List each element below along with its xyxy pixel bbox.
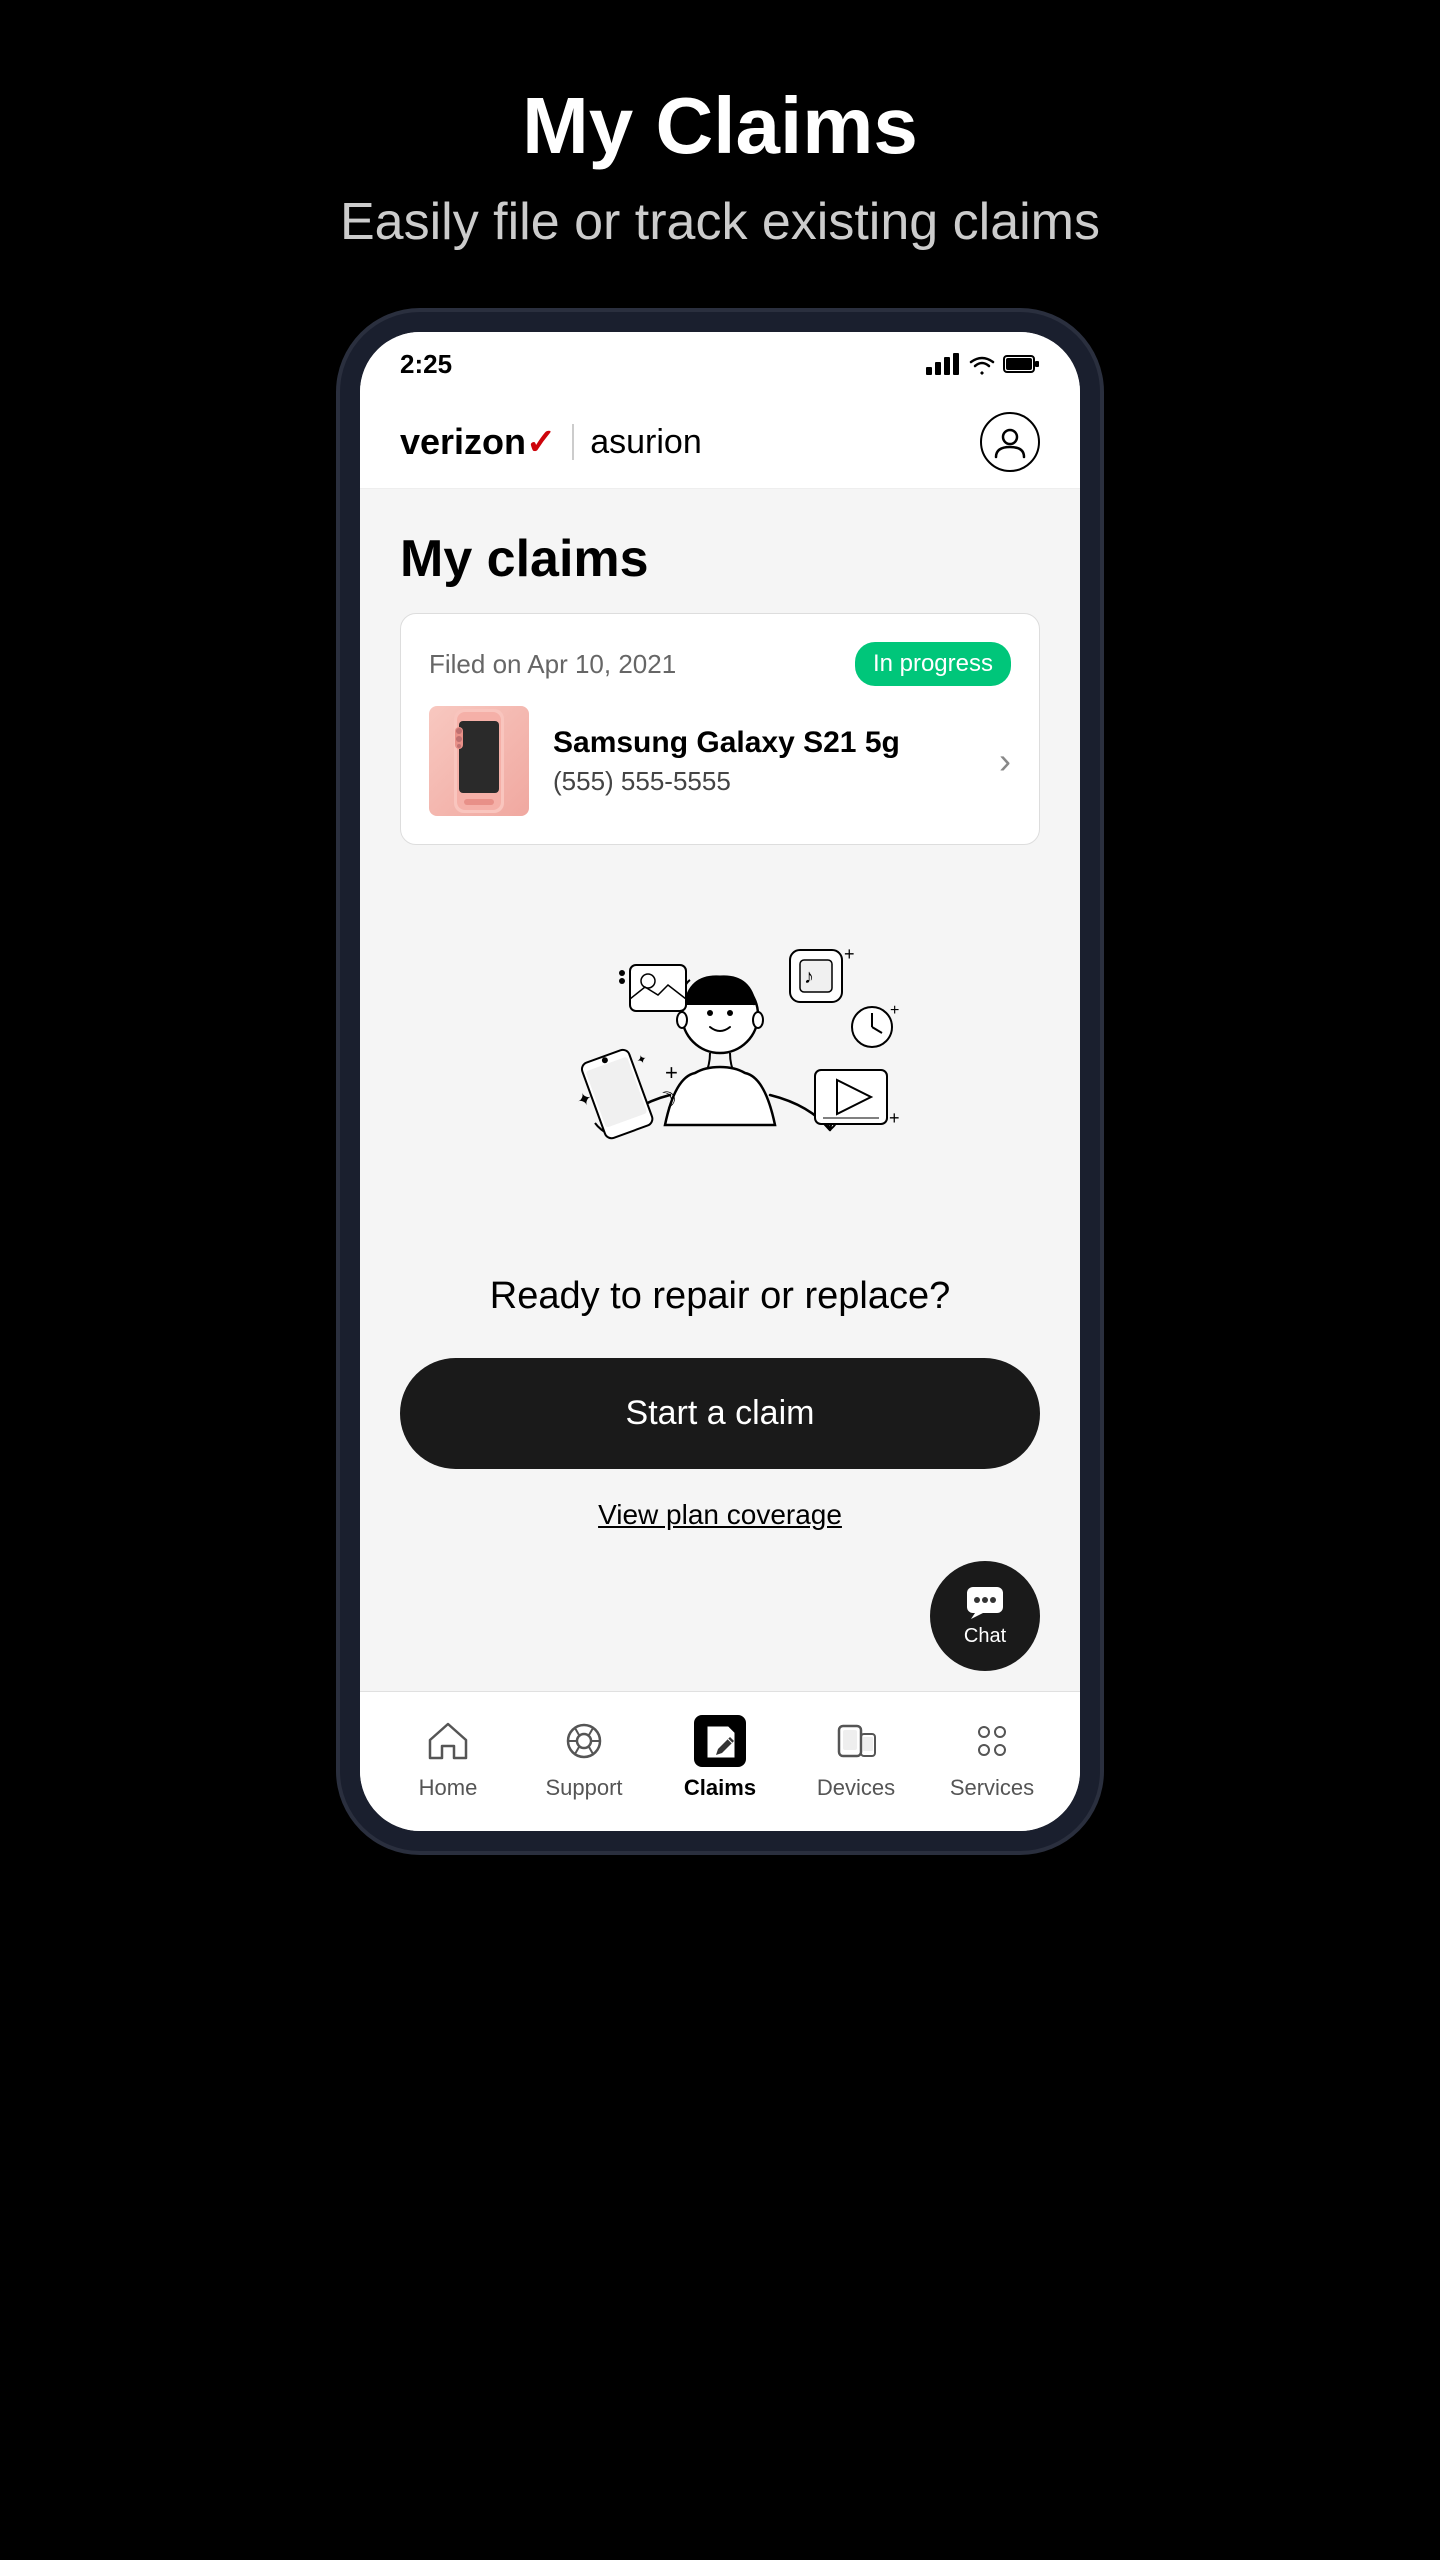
devices-icon [830, 1715, 882, 1767]
claim-device-row: Samsung Galaxy S21 5g (555) 555-5555 › [429, 706, 1011, 816]
nav-item-services[interactable]: Services [924, 1715, 1060, 1801]
nav-item-devices[interactable]: Devices [788, 1715, 924, 1801]
claims-icon [694, 1715, 746, 1767]
bottom-nav: Home Support [360, 1691, 1080, 1831]
logo-container: verizon✓ asurion [400, 421, 702, 463]
status-icons [926, 353, 1040, 375]
services-nav-label: Services [950, 1775, 1034, 1801]
support-nav-label: Support [545, 1775, 622, 1801]
app-header: verizon✓ asurion [360, 388, 1080, 489]
svg-text:+: + [889, 1108, 900, 1128]
home-nav-label: Home [419, 1775, 478, 1801]
support-icon [558, 1715, 610, 1767]
nav-item-support[interactable]: Support [516, 1715, 652, 1801]
view-coverage-link[interactable]: View plan coverage [360, 1499, 1080, 1561]
claim-card-header: Filed on Apr 10, 2021 In progress [429, 642, 1011, 686]
device-image [429, 706, 529, 816]
svg-text:♪: ♪ [804, 966, 814, 988]
page-subtitle: Easily file or track existing claims [340, 192, 1100, 252]
svg-text:+: + [665, 1060, 678, 1085]
filed-date: Filed on Apr 10, 2021 [429, 649, 676, 680]
logo-divider [572, 424, 574, 460]
signal-icon [926, 353, 960, 375]
claims-page-heading: My claims [360, 489, 1080, 613]
device-info: Samsung Galaxy S21 5g (555) 555-5555 [553, 726, 975, 797]
home-icon [422, 1715, 474, 1767]
chat-fab[interactable]: Chat [930, 1561, 1040, 1671]
nav-item-claims[interactable]: Claims [652, 1715, 788, 1801]
ready-text: Ready to repair or replace? [360, 1275, 1080, 1358]
svg-text:+: + [890, 1002, 899, 1019]
claim-card[interactable]: Filed on Apr 10, 2021 In progress [400, 613, 1040, 845]
phone-frame: 2:25 [340, 312, 1100, 1851]
chat-icon [965, 1585, 1005, 1621]
chat-label: Chat [964, 1625, 1006, 1648]
status-badge: In progress [855, 642, 1011, 686]
page-title: My Claims [340, 80, 1100, 172]
nav-item-home[interactable]: Home [380, 1715, 516, 1801]
devices-nav-label: Devices [817, 1775, 895, 1801]
verizon-checkmark: ✓ [526, 421, 556, 462]
start-claim-button[interactable]: Start a claim [400, 1358, 1040, 1469]
claims-nav-label: Claims [684, 1775, 756, 1801]
services-icon [966, 1715, 1018, 1767]
profile-icon[interactable] [980, 412, 1040, 472]
status-bar: 2:25 [360, 332, 1080, 388]
battery-icon [1004, 354, 1040, 374]
svg-text:✦: ✦ [635, 1051, 649, 1068]
device-name: Samsung Galaxy S21 5g [553, 726, 975, 760]
status-time: 2:25 [400, 349, 452, 380]
phone-screen: 2:25 [360, 332, 1080, 1831]
svg-text:+: + [844, 944, 855, 964]
page-header: My Claims Easily file or track existing … [340, 80, 1100, 252]
illustration-section: ✦ ✦ ☽ ♪ [360, 885, 1080, 1275]
wifi-icon [968, 353, 996, 375]
logo-verizon: verizon✓ [400, 421, 556, 463]
device-phone-number: (555) 555-5555 [553, 766, 975, 797]
person-illustration: ✦ ✦ ☽ ♪ [510, 905, 930, 1245]
logo-asurion: asurion [590, 423, 702, 462]
arrow-right-icon: › [999, 740, 1011, 782]
